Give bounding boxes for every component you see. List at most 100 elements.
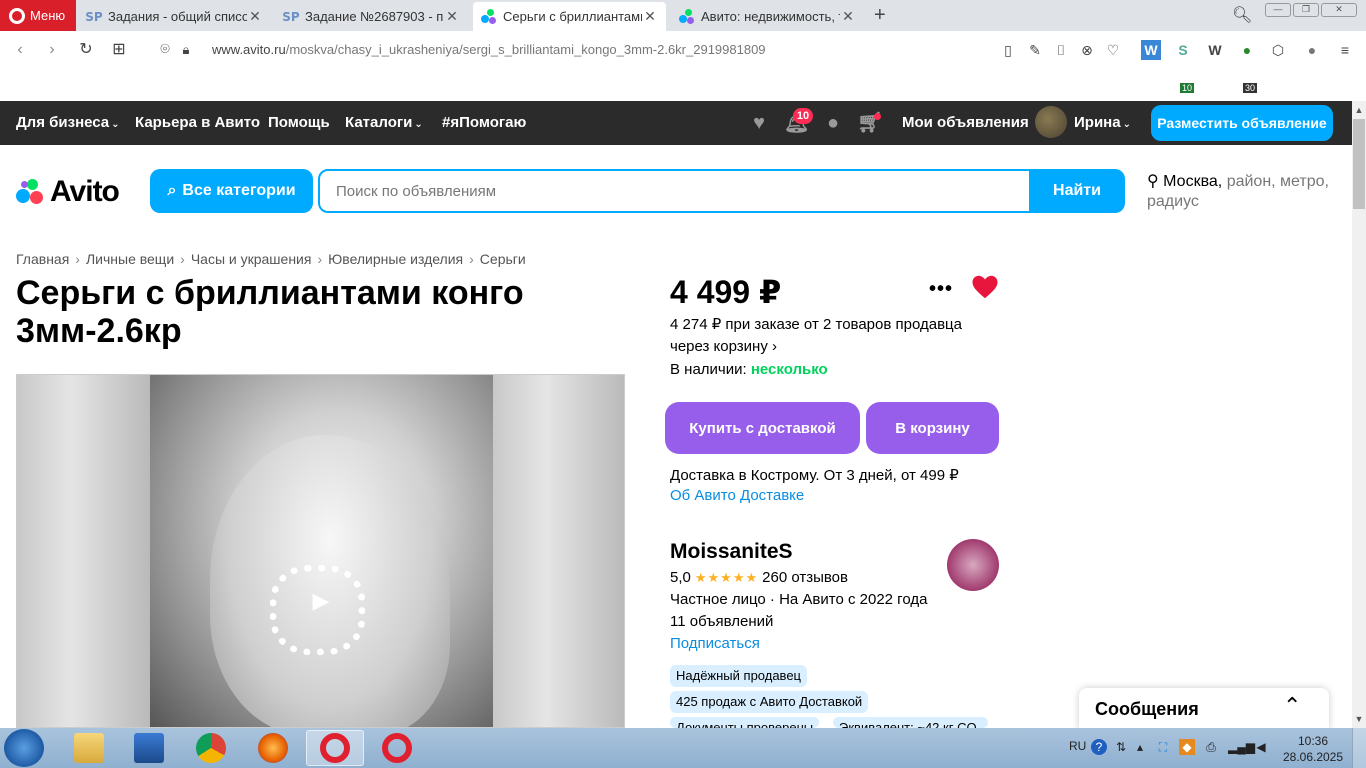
breadcrumb-item[interactable]: Часы и украшения bbox=[191, 251, 312, 267]
show-desktop-button[interactable] bbox=[1352, 728, 1366, 768]
subscribe-link[interactable]: Подписаться bbox=[670, 635, 760, 652]
sd-extension-icon[interactable]: S bbox=[1173, 40, 1193, 60]
post-ad-button[interactable]: Разместить объявление bbox=[1151, 105, 1333, 141]
location-selector[interactable]: ⚲ Москва, район, метро, радиус bbox=[1147, 172, 1337, 212]
profile-icon[interactable]: ● bbox=[1302, 40, 1322, 60]
messages-widget[interactable]: Сообщения ⌃ bbox=[1079, 688, 1329, 730]
lock-icon[interactable]: 🔒︎ bbox=[176, 40, 196, 60]
reader-icon[interactable]: ▯ bbox=[998, 40, 1018, 60]
close-tab-icon[interactable]: ✕ bbox=[444, 8, 460, 25]
buy-with-delivery-button[interactable]: Купить с доставкой bbox=[665, 402, 860, 454]
delivery-info-link[interactable]: Об Авито Доставке bbox=[670, 487, 804, 504]
nav-help[interactable]: Помощь bbox=[268, 114, 330, 131]
bulk-offer[interactable]: 4 274 ₽ при заказе от 2 товаров продавца… bbox=[670, 314, 990, 358]
nav-my-ads[interactable]: Мои объявления bbox=[902, 114, 1029, 131]
speed-dial-icon[interactable]: ⊞ bbox=[109, 40, 129, 60]
avito-top-nav: Для бизнеса ⌄ Карьера в Авито Помощь Ката… bbox=[0, 101, 1352, 145]
minimize-button[interactable]: — bbox=[1265, 3, 1291, 17]
more-options-icon[interactable]: ••• bbox=[929, 278, 953, 301]
network-icon[interactable]: ⇅ bbox=[1113, 739, 1129, 755]
browser-tab[interactable]: SP Задание №2687903 - прос ✕ bbox=[275, 2, 468, 31]
close-tab-icon[interactable]: ✕ bbox=[247, 8, 263, 25]
maximize-button[interactable]: ❐ bbox=[1293, 3, 1319, 17]
back-icon[interactable]: ‹ bbox=[10, 40, 30, 60]
messages-chat-icon[interactable]: ● bbox=[821, 111, 845, 135]
green-extension-icon[interactable]: ● bbox=[1237, 40, 1257, 60]
block-icon[interactable]: ⊗ bbox=[1077, 40, 1097, 60]
scroll-down-icon[interactable]: ▼ bbox=[1352, 712, 1366, 726]
volume-icon[interactable]: ◀ bbox=[1253, 739, 1269, 755]
easy-setup-icon[interactable]: ≡ bbox=[1335, 40, 1355, 60]
heart-outline-icon[interactable]: ♡ bbox=[1103, 40, 1123, 60]
breadcrumb-item[interactable]: Серьги bbox=[480, 251, 526, 267]
search-input[interactable] bbox=[320, 171, 1028, 211]
screen-icon[interactable]: ⛶ bbox=[1155, 739, 1171, 755]
edit-icon[interactable]: ✎ bbox=[1025, 40, 1045, 60]
rating-value: 5,0 bbox=[670, 569, 691, 586]
seller-avatar[interactable] bbox=[947, 539, 999, 591]
close-tab-icon[interactable]: ✕ bbox=[642, 8, 658, 25]
add-to-cart-button[interactable]: В корзину bbox=[866, 402, 999, 454]
chevron-up-icon[interactable]: ⌃ bbox=[1283, 693, 1301, 719]
nav-i-help[interactable]: #яПомогаю bbox=[442, 114, 526, 131]
signal-icon[interactable]: ▂▄▆ bbox=[1228, 739, 1255, 755]
breadcrumb-item[interactable]: Ювелирные изделия bbox=[328, 251, 463, 267]
breadcrumb-item[interactable]: Главная bbox=[16, 251, 69, 267]
nav-catalogs[interactable]: Каталоги ⌄ bbox=[345, 114, 423, 131]
show-hidden-icons-icon[interactable]: ▴ bbox=[1132, 739, 1148, 755]
avatar[interactable] bbox=[1035, 106, 1067, 138]
camera-icon[interactable]: ⌷ bbox=[1051, 40, 1071, 60]
language-indicator[interactable]: RU bbox=[1069, 739, 1086, 753]
browser-tab[interactable]: Авито: недвижимость, тра ✕ bbox=[671, 2, 864, 31]
favorite-heart-icon[interactable] bbox=[970, 272, 1000, 302]
avito-logo-icon bbox=[16, 177, 46, 207]
scroll-up-icon[interactable]: ▲ bbox=[1352, 103, 1366, 117]
breadcrumb-item[interactable]: Личные вещи bbox=[86, 251, 174, 267]
search-tabs-icon[interactable]: 🔍︎ bbox=[1232, 5, 1252, 25]
new-tab-button[interactable]: + bbox=[874, 4, 886, 27]
messages-title: Сообщения bbox=[1095, 699, 1199, 719]
play-video-icon[interactable]: ▶ bbox=[305, 585, 337, 617]
page-scrollbar[interactable]: ▲ ▼ bbox=[1352, 101, 1366, 728]
reload-icon[interactable]: ↻ bbox=[76, 40, 96, 60]
explorer-app[interactable] bbox=[60, 730, 118, 766]
photo-gallery[interactable]: ▶ bbox=[16, 374, 625, 728]
browser-tab-active[interactable]: Серьги с бриллиантами ко ✕ bbox=[473, 2, 666, 31]
cube-icon[interactable]: ⬡ bbox=[1268, 40, 1288, 60]
logo-text: Avito bbox=[50, 175, 120, 208]
start-button[interactable] bbox=[4, 729, 44, 767]
tray-app-icon[interactable]: ◆ bbox=[1179, 739, 1195, 755]
all-categories-button[interactable]: ⌕ Все категории bbox=[150, 169, 313, 213]
nav-business[interactable]: Для бизнеса ⌄ bbox=[16, 114, 120, 131]
clock-time: 10:36 bbox=[1297, 734, 1329, 748]
nav-career[interactable]: Карьера в Авито bbox=[135, 114, 260, 131]
clock[interactable]: 10:36 28.06.2025 bbox=[1278, 733, 1348, 765]
seller-badge: Документы проверены bbox=[670, 717, 820, 728]
user-menu[interactable]: Ирина ⌄ bbox=[1074, 114, 1131, 131]
seller-name[interactable]: MoissaniteS bbox=[670, 540, 793, 564]
seller-ads-count[interactable]: 11 объявлений bbox=[670, 613, 773, 630]
find-button[interactable]: Найти bbox=[1029, 169, 1125, 213]
device-icon[interactable]: ⎙ bbox=[1203, 739, 1219, 755]
close-tab-icon[interactable]: ✕ bbox=[840, 8, 856, 25]
opera-menu-button[interactable]: Меню bbox=[0, 0, 76, 31]
help-icon[interactable]: ? bbox=[1091, 739, 1107, 755]
media-icon bbox=[134, 733, 164, 763]
scroll-thumb[interactable] bbox=[1353, 119, 1365, 209]
opera-app[interactable] bbox=[306, 730, 364, 766]
seller-rating[interactable]: 5,0 ★★★★★ 260 отзывов bbox=[670, 569, 848, 586]
media-player-app[interactable] bbox=[120, 730, 178, 766]
chrome-app[interactable] bbox=[182, 730, 240, 766]
w-extension-icon[interactable]: W bbox=[1141, 40, 1161, 60]
folder-icon bbox=[74, 733, 104, 763]
close-window-button[interactable]: ✕ bbox=[1321, 3, 1357, 17]
favorites-heart-icon[interactable]: ♥ bbox=[747, 111, 771, 135]
location-pin-icon[interactable]: ⌾ bbox=[155, 40, 175, 60]
firefox-app[interactable] bbox=[244, 730, 302, 766]
avito-logo[interactable]: Avito bbox=[16, 175, 120, 209]
opera-app-2[interactable] bbox=[368, 730, 426, 766]
url-field[interactable]: www.avito.ru/moskva/chasy_i_ukrasheniya/… bbox=[212, 42, 766, 57]
forward-icon[interactable]: › bbox=[42, 40, 62, 60]
wiki-extension-icon[interactable]: W bbox=[1205, 40, 1225, 60]
browser-tab[interactable]: SP Задания - общий список з ✕ bbox=[78, 2, 271, 31]
